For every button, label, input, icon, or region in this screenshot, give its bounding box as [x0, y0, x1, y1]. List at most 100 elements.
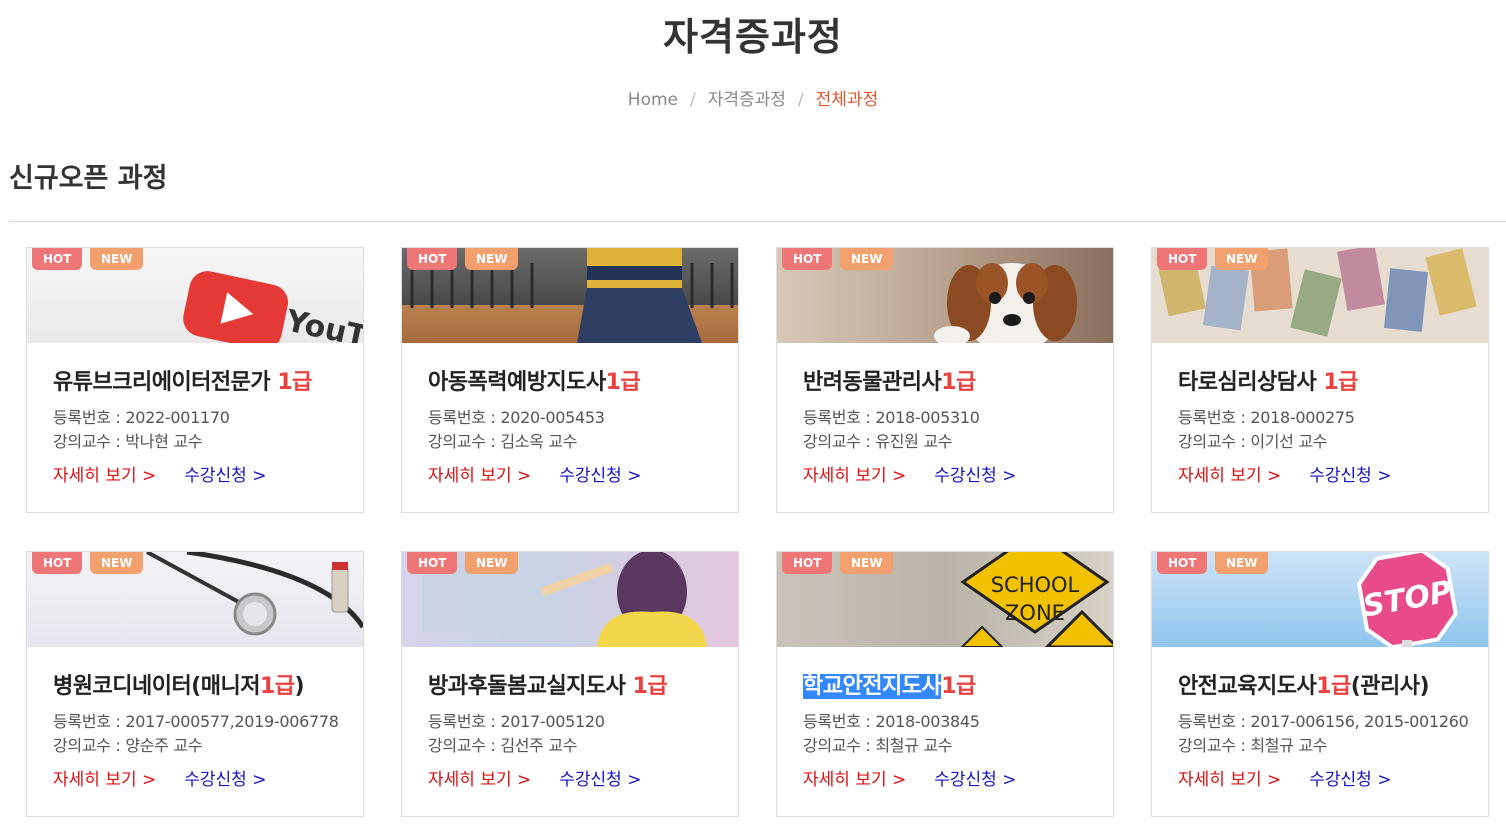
course-title-main: 방과후돌봄교실지도사 [428, 674, 633, 699]
registration-number: 등록번호 : 2018-005310 [803, 406, 1113, 430]
course-grade: 1급 [605, 370, 641, 395]
course-title[interactable]: 반려동물관리사1급 [803, 364, 1113, 396]
course-meta: 등록번호 : 2018-000275 강의교수 : 이기선 교수 [1178, 406, 1488, 454]
prof-label: 강의교수 : [53, 736, 126, 755]
detail-link[interactable]: 자세히 보기 > [803, 770, 906, 790]
hot-badge: HOT [782, 248, 833, 270]
apply-link[interactable]: 수강신청 > [184, 770, 266, 790]
prof-value: 이기선 교수 [1250, 432, 1328, 451]
professor: 강의교수 : 최철규 교수 [803, 734, 1113, 758]
course-title-main: 안전교육지도사 [1178, 674, 1317, 699]
course-title[interactable]: 방과후돌봄교실지도사 1급 [428, 668, 738, 700]
course-meta: 등록번호 : 2017-005120 강의교수 : 김선주 교수 [428, 710, 738, 758]
course-card[interactable]: STOP HOT NEW 안전교육지도사1급(관리사) 등록번호 : 2017-… [1151, 551, 1489, 817]
reg-label: 등록번호 : [428, 408, 501, 427]
course-info: 안전교육지도사1급(관리사) 등록번호 : 2017-006156, 2015-… [1178, 668, 1488, 790]
professor: 강의교수 : 유진원 교수 [803, 430, 1113, 454]
reg-label: 등록번호 : [53, 408, 126, 427]
course-title[interactable]: 타로심리상담사 1급 [1178, 364, 1488, 396]
detail-link[interactable]: 자세히 보기 > [428, 466, 531, 486]
detail-link[interactable]: 자세히 보기 > [53, 466, 156, 486]
course-title-main: 유튜브크리에이터전문가 [53, 370, 278, 395]
detail-link[interactable]: 자세히 보기 > [1178, 770, 1281, 790]
reg-value: 2018-000275 [1250, 408, 1355, 427]
course-card[interactable]: HOT NEW 방과후돌봄교실지도사 1급 등록번호 : 2017-005120… [401, 551, 739, 817]
course-grade: 1급 [632, 674, 668, 699]
professor: 강의교수 : 양순주 교수 [53, 734, 363, 758]
sign-text: ZONE [1005, 601, 1065, 625]
professor: 강의교수 : 최철규 교수 [1178, 734, 1488, 758]
detail-link[interactable]: 자세히 보기 > [1178, 466, 1281, 486]
prof-value: 최철규 교수 [1250, 736, 1328, 755]
apply-link[interactable]: 수강신청 > [1309, 466, 1391, 486]
reg-label: 등록번호 : [53, 712, 126, 731]
new-badge: NEW [465, 248, 519, 270]
prof-value: 양순주 교수 [125, 736, 203, 755]
detail-link[interactable]: 자세히 보기 > [803, 466, 906, 486]
course-links: 자세히 보기 > 수강신청 > [803, 765, 1113, 790]
course-card[interactable]: HOT NEW 타로심리상담사 1급 등록번호 : 2018-000275 강의… [1151, 247, 1489, 513]
prof-label: 강의교수 : [53, 432, 126, 451]
prof-label: 강의교수 : [1178, 736, 1251, 755]
hot-badge: HOT [32, 248, 83, 270]
course-card[interactable]: HOT NEW 반려동물관리사1급 등록번호 : 2018-005310 강의교… [776, 247, 1114, 513]
registration-number: 등록번호 : 2017-000577,2019-006778 [53, 710, 363, 734]
course-links: 자세히 보기 > 수강신청 > [428, 461, 738, 486]
prof-value: 김소옥 교수 [500, 432, 578, 451]
prof-value: 박나현 교수 [125, 432, 203, 451]
course-title-main: 타로심리상담사 [1178, 370, 1324, 395]
course-meta: 등록번호 : 2018-005310 강의교수 : 유진원 교수 [803, 406, 1113, 454]
sign-text: SCHOOL [991, 573, 1080, 597]
hot-badge: HOT [32, 552, 83, 574]
new-badge: NEW [465, 552, 519, 574]
course-card[interactable]: HOT NEW 아동폭력예방지도사1급 등록번호 : 2020-005453 강… [401, 247, 739, 513]
prof-label: 강의교수 : [428, 432, 501, 451]
course-card[interactable]: HOT NEW 병원코디네이터(매니저1급) 등록번호 : 2017-00057… [26, 551, 364, 817]
course-grade: 1급 [277, 370, 312, 395]
course-links: 자세히 보기 > 수강신청 > [53, 461, 363, 486]
apply-link[interactable]: 수강신청 > [934, 466, 1016, 486]
course-card[interactable]: YouTube HOT NEW 유튜브크리에이터전문가 1급 등록번호 : 20… [26, 247, 364, 513]
course-title-suffix: ) [294, 674, 305, 699]
course-grade: 1급 [259, 674, 295, 699]
detail-link[interactable]: 자세히 보기 > [53, 770, 156, 790]
course-title[interactable]: 아동폭력예방지도사1급 [428, 364, 738, 396]
course-title[interactable]: 병원코디네이터(매니저1급) [53, 668, 363, 700]
apply-link[interactable]: 수강신청 > [559, 466, 641, 486]
registration-number: 등록번호 : 2017-005120 [428, 710, 738, 734]
course-meta: 등록번호 : 2018-003845 강의교수 : 최철규 교수 [803, 710, 1113, 758]
apply-link[interactable]: 수강신청 > [559, 770, 641, 790]
course-info: 병원코디네이터(매니저1급) 등록번호 : 2017-000577,2019-0… [53, 668, 363, 790]
apply-link[interactable]: 수강신청 > [934, 770, 1016, 790]
apply-link[interactable]: 수강신청 > [184, 466, 266, 486]
hot-badge: HOT [407, 248, 458, 270]
course-card[interactable]: SCHOOL ZONE HOT NEW 학교안전지도사1급 등록번호 : 201… [776, 551, 1114, 817]
prof-label: 강의교수 : [428, 736, 501, 755]
prof-value: 유진원 교수 [875, 432, 953, 451]
new-badge: NEW [840, 248, 894, 270]
registration-number: 등록번호 : 2017-006156, 2015-001260 [1178, 710, 1488, 734]
course-title-suffix: (관리사) [1350, 674, 1430, 699]
reg-label: 등록번호 : [1178, 408, 1251, 427]
course-meta: 등록번호 : 2017-006156, 2015-001260 강의교수 : 최… [1178, 710, 1488, 758]
course-title[interactable]: 안전교육지도사1급(관리사) [1178, 668, 1488, 700]
course-grade: 1급 [1323, 370, 1358, 395]
reg-value: 2018-003845 [875, 712, 980, 731]
course-links: 자세히 보기 > 수강신청 > [1178, 765, 1488, 790]
hot-badge: HOT [407, 552, 458, 574]
new-badge: NEW [1215, 248, 1269, 270]
course-info: 아동폭력예방지도사1급 등록번호 : 2020-005453 강의교수 : 김소… [428, 364, 738, 486]
detail-link[interactable]: 자세히 보기 > [428, 770, 531, 790]
apply-link[interactable]: 수강신청 > [1309, 770, 1391, 790]
registration-number: 등록번호 : 2020-005453 [428, 406, 738, 430]
hot-badge: HOT [1157, 552, 1208, 574]
course-title[interactable]: 학교안전지도사1급 [803, 668, 1113, 700]
registration-number: 등록번호 : 2022-001170 [53, 406, 363, 430]
prof-label: 강의교수 : [1178, 432, 1251, 451]
course-info: 방과후돌봄교실지도사 1급 등록번호 : 2017-005120 강의교수 : … [428, 668, 738, 790]
course-title[interactable]: 유튜브크리에이터전문가 1급 [53, 364, 363, 396]
professor: 강의교수 : 박나현 교수 [53, 430, 363, 454]
course-grid: YouTube HOT NEW 유튜브크리에이터전문가 1급 등록번호 : 20… [0, 0, 1506, 828]
reg-value: 2017-006156, 2015-001260 [1250, 712, 1469, 731]
course-meta: 등록번호 : 2020-005453 강의교수 : 김소옥 교수 [428, 406, 738, 454]
